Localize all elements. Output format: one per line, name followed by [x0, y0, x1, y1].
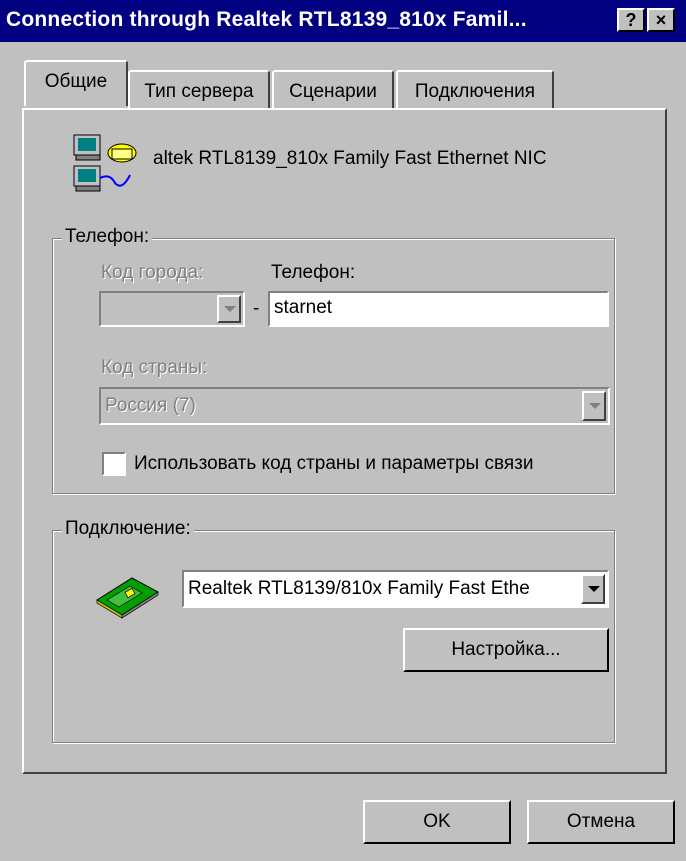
connection-device-combo[interactable]: Realtek RTL8139/810x Family Fast Ethe — [182, 570, 609, 608]
phone-input-value: starnet — [270, 293, 607, 325]
settings-button-label: Настройка... — [451, 639, 561, 660]
country-code-label: Код страны: — [101, 357, 208, 378]
connection-device-dropdown-button[interactable] — [581, 574, 605, 604]
tab-connections[interactable]: Подключения — [396, 70, 554, 110]
dialup-connection-icon — [73, 134, 137, 192]
tab-general-label: Общие — [44, 71, 108, 92]
chevron-down-icon — [588, 586, 600, 592]
tab-server-type[interactable]: Тип сервера — [128, 70, 270, 110]
connection-group-legend: Подключение: — [62, 518, 194, 540]
title-bar[interactable]: Connection through Realtek RTL8139_810x … — [0, 0, 686, 42]
connection-device-value: Realtek RTL8139/810x Family Fast Ethe — [184, 572, 574, 606]
device-name: altek RTL8139_810x Family Fast Ethernet … — [153, 148, 547, 169]
help-button[interactable]: ? — [617, 8, 645, 32]
chevron-down-icon — [589, 403, 601, 409]
tab-general[interactable]: Общие — [24, 60, 128, 106]
area-code-combo[interactable] — [99, 291, 245, 327]
area-code-value — [101, 293, 211, 325]
ok-button[interactable]: OK — [363, 800, 511, 844]
network-card-icon — [96, 577, 159, 619]
ok-button-label: OK — [423, 811, 451, 832]
use-country-checkbox-label[interactable]: Использовать код страны и параметры связ… — [134, 453, 533, 475]
dash-separator: - — [253, 298, 260, 319]
phone-group-legend: Телефон: — [62, 226, 153, 248]
cancel-button[interactable]: Отмена — [527, 800, 675, 844]
chevron-down-icon — [224, 306, 236, 312]
area-code-dropdown-button[interactable] — [217, 295, 241, 323]
settings-button[interactable]: Настройка... — [403, 628, 609, 672]
use-country-checkbox[interactable] — [102, 452, 126, 476]
tab-connections-label: Подключения — [414, 81, 536, 102]
phone-label: Телефон: — [271, 262, 356, 283]
window-title: Connection through Realtek RTL8139_810x … — [6, 8, 527, 31]
area-code-label: Код города: — [101, 262, 204, 283]
country-code-dropdown-button[interactable] — [582, 391, 606, 421]
close-button[interactable]: × — [647, 8, 675, 32]
tab-server-type-label: Тип сервера — [144, 81, 254, 102]
country-code-value: Россия (7) — [101, 389, 571, 423]
country-code-combo[interactable]: Россия (7) — [99, 387, 610, 425]
tab-scripts-label: Сценарии — [289, 81, 377, 102]
phone-input[interactable]: starnet — [268, 291, 609, 327]
tab-scripts[interactable]: Сценарии — [272, 70, 394, 110]
cancel-button-label: Отмена — [566, 811, 636, 832]
